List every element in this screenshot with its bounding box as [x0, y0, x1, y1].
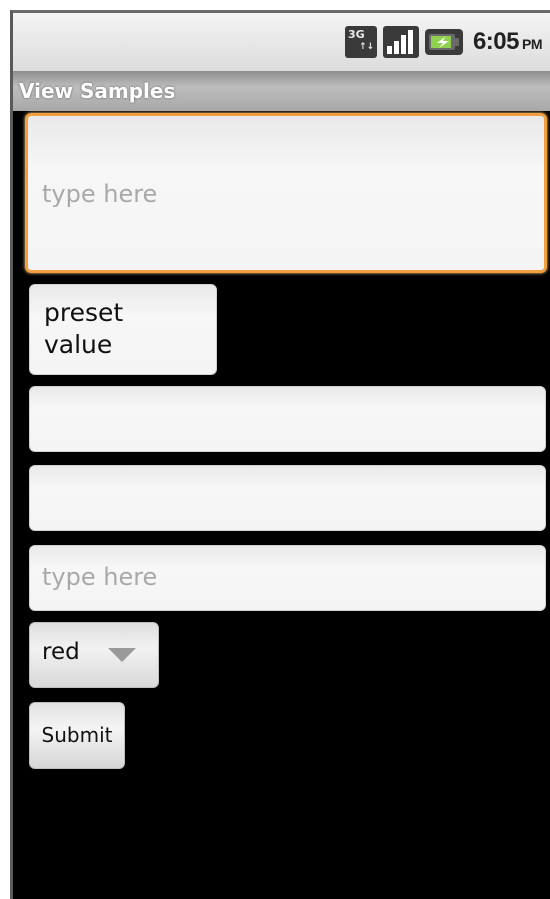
app-title-bar: View Samples [13, 71, 550, 111]
hint-text-field[interactable]: type here [29, 545, 546, 611]
preset-value-field[interactable]: preset value [29, 284, 217, 375]
status-bar: 3G ↑↓ 6:05 PM [13, 13, 550, 71]
preset-field-value: preset value [44, 298, 124, 359]
app-title: View Samples [19, 79, 176, 103]
color-spinner[interactable]: red [29, 622, 159, 688]
multiline-text-field[interactable]: type here [25, 113, 547, 273]
text-field-empty-1[interactable] [29, 386, 546, 452]
spinner-selected-value: red [42, 639, 80, 665]
submit-button[interactable]: Submit [29, 702, 125, 769]
signal-strength-icon [382, 26, 419, 58]
status-clock: 6:05 PM [472, 28, 543, 56]
battery-icon [424, 29, 463, 55]
multiline-field-placeholder: type here [42, 180, 158, 208]
submit-button-label: Submit [41, 723, 113, 747]
dropdown-arrow-icon [108, 648, 136, 662]
3g-data-icon: 3G ↑↓ [344, 26, 377, 58]
hint-field-placeholder: type here [42, 563, 158, 591]
clock-ampm: PM [522, 36, 543, 52]
clock-time: 6:05 [472, 28, 520, 55]
phone-screen: 3G ↑↓ 6:05 PM View Samples type here pre… [10, 10, 550, 899]
status-icons: 3G ↑↓ 6:05 PM [344, 23, 543, 61]
text-field-empty-2[interactable] [29, 465, 546, 531]
